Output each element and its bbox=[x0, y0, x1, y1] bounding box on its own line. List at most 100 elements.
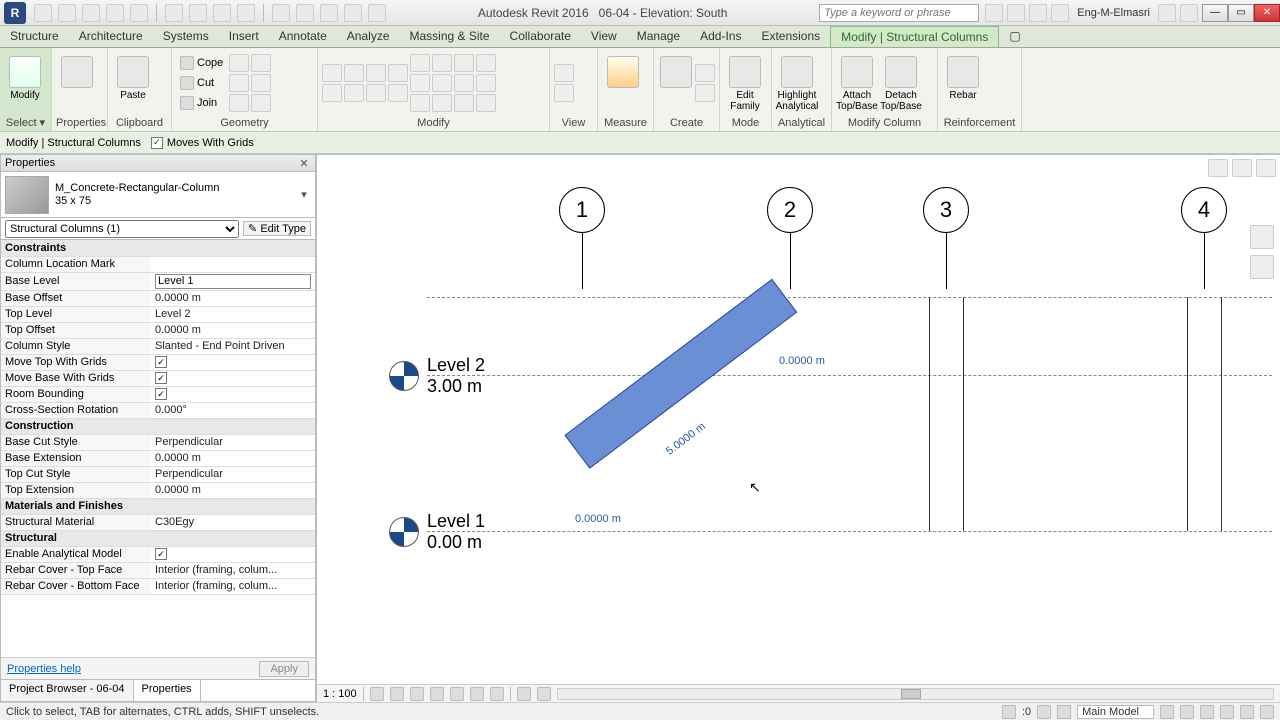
m1-icon[interactable] bbox=[322, 64, 342, 82]
help-icon[interactable] bbox=[1180, 4, 1198, 22]
editable-only-icon[interactable] bbox=[1037, 705, 1051, 719]
properties-close-icon[interactable]: ✕ bbox=[297, 157, 311, 170]
cut-button[interactable]: Cut bbox=[176, 74, 227, 92]
m7-icon[interactable] bbox=[454, 54, 474, 72]
cr1-icon[interactable] bbox=[695, 64, 715, 82]
dim-bot[interactable]: 0.0000 m bbox=[575, 513, 621, 525]
tab-massing[interactable]: Massing & Site bbox=[400, 26, 500, 47]
scale-label[interactable]: 1 : 100 bbox=[323, 688, 357, 700]
moves-with-grids-checkbox[interactable]: ✓Moves With Grids bbox=[151, 137, 254, 149]
delete-icon[interactable] bbox=[454, 94, 474, 112]
create-button[interactable] bbox=[658, 54, 693, 112]
m6-icon[interactable] bbox=[432, 54, 452, 72]
view1-icon[interactable] bbox=[554, 64, 574, 82]
view-props-icon[interactable] bbox=[537, 687, 551, 701]
move-top-checkbox[interactable]: ✓ bbox=[155, 356, 167, 368]
paste-button[interactable]: Paste bbox=[112, 54, 154, 112]
level-1-mark[interactable]: Level 10.00 m bbox=[389, 511, 485, 553]
edit-family-button[interactable]: Edit Family bbox=[724, 54, 766, 112]
measure-button[interactable] bbox=[602, 54, 644, 112]
section-icon[interactable] bbox=[296, 4, 314, 22]
view2-icon[interactable] bbox=[554, 84, 574, 102]
grid-bubble-1[interactable]: 1 bbox=[559, 187, 605, 233]
redo-icon[interactable] bbox=[130, 4, 148, 22]
pin-icon[interactable] bbox=[454, 74, 474, 92]
detach-button[interactable]: Detach Top/Base bbox=[880, 54, 922, 112]
app-icon[interactable]: R bbox=[4, 2, 26, 24]
base-level-field[interactable] bbox=[155, 274, 311, 289]
dim-icon[interactable] bbox=[213, 4, 231, 22]
properties-tab[interactable]: Properties bbox=[134, 680, 201, 701]
search-input[interactable] bbox=[819, 4, 979, 22]
canvas-min-icon[interactable] bbox=[1208, 159, 1228, 177]
open-icon[interactable] bbox=[34, 4, 52, 22]
tab-panel-config-icon[interactable]: ▢ bbox=[999, 26, 1019, 47]
tab-annotate[interactable]: Annotate bbox=[269, 26, 337, 47]
m5b-icon[interactable] bbox=[410, 94, 430, 112]
geom2-icon[interactable] bbox=[229, 74, 249, 92]
tab-structure[interactable]: Structure bbox=[0, 26, 69, 47]
tab-addins[interactable]: Add-Ins bbox=[690, 26, 751, 47]
select-links-icon[interactable] bbox=[1160, 705, 1174, 719]
drawing-canvas[interactable]: 1 2 3 4 Level 23.00 m Level 10.00 m 0.00… bbox=[316, 154, 1280, 684]
highlight-analytical-button[interactable]: Highlight Analytical bbox=[776, 54, 818, 112]
grid-bubble-2[interactable]: 2 bbox=[767, 187, 813, 233]
exchange-icon[interactable] bbox=[1029, 4, 1047, 22]
category-select[interactable]: Structural Columns (1) bbox=[5, 220, 239, 238]
print-icon[interactable] bbox=[165, 4, 183, 22]
horizontal-scrollbar[interactable] bbox=[557, 688, 1274, 700]
group-select[interactable]: Select ▾ bbox=[4, 115, 47, 131]
dim-top[interactable]: 0.0000 m bbox=[779, 355, 825, 367]
enable-analytical-checkbox[interactable]: ✓ bbox=[155, 548, 167, 560]
geom6-icon[interactable] bbox=[251, 94, 271, 112]
tab-view[interactable]: View bbox=[581, 26, 627, 47]
text-icon[interactable] bbox=[237, 4, 255, 22]
favourite-icon[interactable] bbox=[1158, 4, 1176, 22]
m8b-icon[interactable] bbox=[476, 94, 496, 112]
tab-analyze[interactable]: Analyze bbox=[337, 26, 400, 47]
trim-icon[interactable] bbox=[388, 84, 408, 102]
tab-systems[interactable]: Systems bbox=[153, 26, 219, 47]
sync-icon[interactable] bbox=[82, 4, 100, 22]
close-views-icon[interactable] bbox=[344, 4, 362, 22]
canvas-close-icon[interactable] bbox=[1256, 159, 1276, 177]
cope-button[interactable]: Cope bbox=[176, 54, 227, 72]
room-bounding-checkbox[interactable]: ✓ bbox=[155, 388, 167, 400]
tab-extensions[interactable]: Extensions bbox=[751, 26, 830, 47]
tab-modify-context[interactable]: Modify | Structural Columns bbox=[830, 26, 999, 47]
geom4-icon[interactable] bbox=[251, 54, 271, 72]
select-face-icon[interactable] bbox=[1220, 705, 1234, 719]
properties-button[interactable] bbox=[56, 54, 98, 112]
search-icon[interactable] bbox=[985, 4, 1003, 22]
mirror-icon[interactable] bbox=[366, 84, 386, 102]
m6b-icon[interactable] bbox=[432, 94, 452, 112]
hide-isolate-icon[interactable] bbox=[490, 687, 504, 701]
m5-icon[interactable] bbox=[410, 54, 430, 72]
switch-windows-icon[interactable] bbox=[368, 4, 386, 22]
m3-icon[interactable] bbox=[366, 64, 386, 82]
3d-icon[interactable] bbox=[272, 4, 290, 22]
measure-icon[interactable] bbox=[189, 4, 207, 22]
workset-select[interactable]: Main Model bbox=[1077, 705, 1154, 719]
array-icon[interactable] bbox=[410, 74, 430, 92]
reveal-icon[interactable] bbox=[517, 687, 531, 701]
split-icon[interactable] bbox=[432, 74, 452, 92]
cr2-icon[interactable] bbox=[695, 84, 715, 102]
zoom-icon[interactable] bbox=[1250, 255, 1274, 279]
join-button[interactable]: Join bbox=[176, 94, 227, 112]
geom5-icon[interactable] bbox=[251, 74, 271, 92]
subscription-icon[interactable] bbox=[1007, 4, 1025, 22]
chevron-down-icon[interactable]: ▾ bbox=[297, 188, 311, 201]
tab-architecture[interactable]: Architecture bbox=[69, 26, 153, 47]
project-browser-tab[interactable]: Project Browser - 06-04 bbox=[1, 680, 134, 701]
modify-tool-button[interactable]: Modify bbox=[4, 54, 46, 112]
select-pinned-icon[interactable] bbox=[1200, 705, 1214, 719]
save-icon[interactable] bbox=[58, 4, 76, 22]
grid-bubble-3[interactable]: 3 bbox=[923, 187, 969, 233]
apply-button[interactable]: Apply bbox=[259, 661, 309, 677]
tab-manage[interactable]: Manage bbox=[627, 26, 690, 47]
thin-lines-icon[interactable] bbox=[320, 4, 338, 22]
geom3-icon[interactable] bbox=[229, 94, 249, 112]
scale-icon[interactable] bbox=[476, 74, 496, 92]
move-base-checkbox[interactable]: ✓ bbox=[155, 372, 167, 384]
